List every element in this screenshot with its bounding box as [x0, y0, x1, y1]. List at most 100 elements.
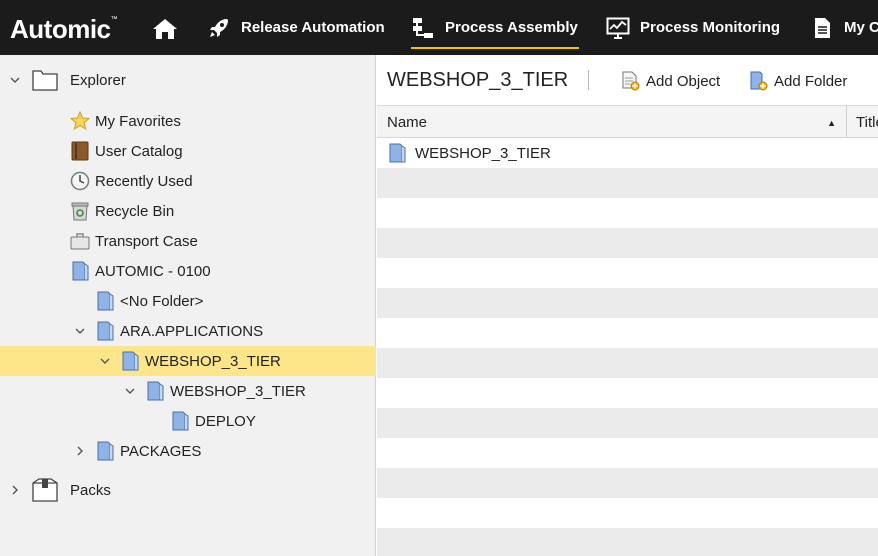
tree-label: <No Folder> [120, 292, 204, 310]
top-navigation-bar: Automic™ Release Automation Process Asse… [0, 0, 878, 55]
add-folder-button[interactable]: Add Folder [748, 70, 847, 92]
transport-case-icon [70, 231, 90, 251]
book-icon [70, 141, 90, 161]
column-header-name[interactable]: Name ▲ [377, 106, 847, 138]
folder-icon [95, 441, 115, 461]
tree-item-webshop-3-tier-selected[interactable]: WEBSHOP_3_TIER [0, 346, 376, 376]
tree-label: Transport Case [95, 232, 198, 250]
automic-logo[interactable]: Automic™ [10, 14, 117, 45]
star-icon [69, 110, 91, 131]
add-folder-label: Add Folder [774, 72, 848, 90]
folder-icon [145, 381, 165, 401]
add-folder-icon [748, 71, 768, 91]
tree-label: Recently Used [95, 172, 193, 190]
content-toolbar: WEBSHOP_3_TIER Add Object Add Folder [377, 55, 878, 106]
table-row-empty [377, 468, 878, 498]
row-name-cell: WEBSHOP_3_TIER [387, 143, 551, 163]
nav-release-automation[interactable]: Release Automation [207, 0, 385, 55]
nav-my-content[interactable]: My C [810, 0, 878, 55]
tree-item-webshop-3-tier[interactable]: WEBSHOP_3_TIER [0, 376, 376, 406]
add-object-button[interactable]: Add Object [620, 70, 720, 92]
table-row-empty [377, 198, 878, 228]
tree-item-ara-applications[interactable]: ARA.APPLICATIONS [0, 316, 376, 346]
folder-icon [120, 351, 140, 371]
explorer-panel: Explorer My Favorites User Catalog Recen… [0, 55, 376, 556]
add-object-icon [620, 71, 640, 91]
add-object-label: Add Object [646, 72, 721, 90]
nav-release-automation-label: Release Automation [241, 19, 385, 36]
nav-process-assembly[interactable]: Process Assembly [411, 0, 579, 55]
tree-label: DEPLOY [195, 412, 256, 430]
tree-item-recycle-bin[interactable]: Recycle Bin [0, 196, 376, 226]
recycle-bin-icon [70, 201, 90, 221]
nav-process-assembly-label: Process Assembly [445, 19, 578, 36]
nav-my-content-label: My C [844, 19, 878, 36]
tree-item-explorer[interactable]: Explorer [0, 65, 376, 95]
row-name: WEBSHOP_3_TIER [415, 144, 551, 162]
tree-label: WEBSHOP_3_TIER [170, 382, 306, 400]
chevron-down-icon[interactable] [74, 325, 86, 337]
content-panel: WEBSHOP_3_TIER Add Object Add Folder Nam… [377, 55, 878, 556]
document-icon [810, 16, 834, 40]
table-row-empty [377, 318, 878, 348]
logo-text: Automic [10, 14, 111, 44]
tree-label: User Catalog [95, 142, 183, 160]
column-header-title[interactable]: Title [856, 106, 878, 138]
tree-item-packages[interactable]: PACKAGES [0, 436, 376, 466]
page-title: WEBSHOP_3_TIER [387, 69, 569, 91]
folder-icon [170, 411, 190, 431]
toolbar-divider [588, 70, 589, 90]
table-header: Name ▲ Title [377, 106, 878, 138]
tree-label: AUTOMIC - 0100 [95, 262, 211, 280]
tree-label: Explorer [70, 71, 126, 89]
tree-item-packs[interactable]: Packs [0, 475, 376, 505]
table-row-empty [377, 378, 878, 408]
chevron-down-icon[interactable] [99, 355, 111, 367]
pack-box-icon [31, 476, 59, 504]
clock-icon [70, 171, 90, 191]
chevron-down-icon[interactable] [124, 385, 136, 397]
sort-ascending-icon: ▲ [827, 118, 836, 128]
tree-label: WEBSHOP_3_TIER [145, 352, 281, 370]
tree-item-recently-used[interactable]: Recently Used [0, 166, 376, 196]
tree-label: Recycle Bin [95, 202, 175, 220]
tree-item-transport-case[interactable]: Transport Case [0, 226, 376, 256]
process-assembly-icon [411, 16, 435, 40]
folder-icon [387, 143, 407, 163]
tree-label: ARA.APPLICATIONS [120, 322, 264, 340]
table-row-empty [377, 168, 878, 198]
rocket-icon [207, 16, 231, 40]
folder-icon [70, 261, 90, 281]
tree-item-automic-0100[interactable]: AUTOMIC - 0100 [0, 256, 376, 286]
tree-label: PACKAGES [120, 442, 202, 460]
object-table: WEBSHOP_3_TIER [377, 138, 878, 556]
table-row-empty [377, 348, 878, 378]
folder-outline-icon [31, 65, 59, 93]
tree-item-user-catalog[interactable]: User Catalog [0, 136, 376, 166]
table-row-empty [377, 258, 878, 288]
chevron-down-icon[interactable] [9, 74, 21, 86]
chevron-right-icon[interactable] [74, 445, 86, 457]
logo-trademark: ™ [110, 16, 118, 23]
tree-item-no-folder[interactable]: <No Folder> [0, 286, 376, 316]
table-row-empty [377, 408, 878, 438]
home-icon[interactable] [152, 17, 178, 41]
tree-label: Packs [70, 481, 111, 499]
table-row-empty [377, 438, 878, 468]
table-row-empty [377, 498, 878, 528]
table-row-empty [377, 288, 878, 318]
folder-icon [95, 291, 115, 311]
tree-item-my-favorites[interactable]: My Favorites [0, 106, 376, 136]
table-row-empty [377, 528, 878, 556]
nav-process-monitoring[interactable]: Process Monitoring [606, 0, 780, 55]
nav-process-monitoring-label: Process Monitoring [640, 19, 781, 36]
monitor-icon [606, 16, 630, 40]
folder-icon [95, 321, 115, 341]
table-row[interactable]: WEBSHOP_3_TIER [377, 138, 878, 168]
tree-item-deploy[interactable]: DEPLOY [0, 406, 376, 436]
chevron-right-icon[interactable] [9, 484, 21, 496]
table-row-empty [377, 228, 878, 258]
tree-label: My Favorites [95, 112, 181, 130]
column-header-name-label: Name [387, 113, 428, 131]
column-header-title-label: Title [856, 113, 878, 131]
